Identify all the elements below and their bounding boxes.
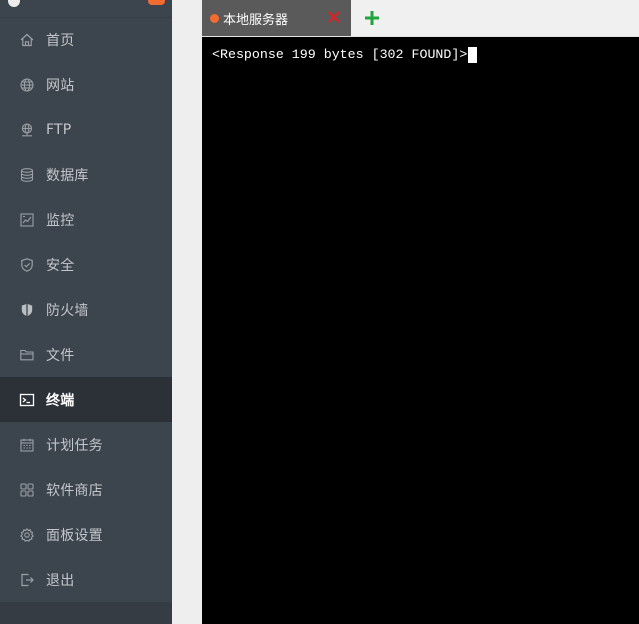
sidebar-item-ftp[interactable]: FTP	[0, 107, 172, 152]
sidebar-item-panel-settings[interactable]: 面板设置	[0, 512, 172, 557]
sidebar-item-label: 网站	[46, 77, 75, 94]
sidebar-item-website[interactable]: 网站	[0, 62, 172, 107]
sidebar-item-database[interactable]: 数据库	[0, 152, 172, 197]
sidebar-item-label: 终端	[46, 392, 75, 409]
logout-icon	[19, 572, 35, 588]
sidebar-item-label: 面板设置	[46, 527, 103, 544]
logo-icon	[8, 0, 20, 7]
sidebar-item-label: 退出	[46, 572, 75, 589]
gear-icon	[19, 527, 35, 543]
home-icon	[19, 32, 35, 48]
sidebar-item-label: 数据库	[46, 167, 89, 184]
sidebar-item-label: 防火墙	[46, 302, 89, 319]
connection-status-dot	[210, 13, 219, 23]
sidebar-item-logout[interactable]: 退出	[0, 557, 172, 602]
app-window: 首页 网站 FTP 数据库 监控 安全 防火墙 文件 终端 计划任务 软件商店 …	[0, 0, 639, 624]
sidebar-item-firewall[interactable]: 防火墙	[0, 287, 172, 332]
sidebar: 首页 网站 FTP 数据库 监控 安全 防火墙 文件 终端 计划任务 软件商店 …	[0, 0, 172, 624]
sidebar-item-label: 文件	[46, 347, 75, 364]
firewall-shield-icon	[19, 302, 35, 318]
terminal-cursor	[468, 46, 478, 63]
terminal-screen[interactable]: <Response 199 bytes [302 FOUND]>	[202, 37, 639, 624]
shield-check-icon	[19, 257, 35, 273]
tab-label: 本地服务器	[223, 12, 289, 28]
sidebar-menu: 首页 网站 FTP 数据库 监控 安全 防火墙 文件 终端 计划任务 软件商店 …	[0, 17, 172, 602]
sidebar-item-label: 监控	[46, 212, 75, 229]
terminal-panel: 本地服务器 <Response 199 bytes [302 FOUND]>	[202, 0, 639, 624]
folder-icon	[19, 347, 35, 363]
content-gutter	[172, 0, 202, 624]
terminal-output-line: <Response 199 bytes [302 FOUND]>	[212, 46, 478, 63]
plus-icon[interactable]	[363, 9, 381, 27]
sidebar-item-files[interactable]: 文件	[0, 332, 172, 377]
sidebar-item-label: 软件商店	[46, 482, 103, 499]
sidebar-item-cron[interactable]: 计划任务	[0, 422, 172, 467]
sidebar-item-home[interactable]: 首页	[0, 17, 172, 62]
database-icon	[19, 167, 35, 183]
terminal-tab-bar: 本地服务器	[202, 0, 639, 37]
ftp-icon	[19, 122, 35, 138]
calendar-icon	[19, 437, 35, 453]
close-icon[interactable]	[326, 9, 342, 25]
sidebar-item-monitor[interactable]: 监控	[0, 197, 172, 242]
sidebar-item-label: 首页	[46, 32, 75, 49]
sidebar-footer	[0, 602, 172, 624]
sidebar-header	[0, 0, 172, 18]
monitor-icon	[19, 212, 35, 228]
notification-badge[interactable]	[148, 0, 165, 5]
sidebar-item-security[interactable]: 安全	[0, 242, 172, 287]
terminal-icon	[19, 392, 35, 408]
sidebar-item-app-store[interactable]: 软件商店	[0, 467, 172, 512]
globe-icon	[19, 77, 35, 93]
terminal-output-text: <Response 199 bytes [302 FOUND]>	[212, 47, 468, 62]
sidebar-item-label: 计划任务	[46, 437, 103, 454]
tab-local-server[interactable]: 本地服务器	[202, 0, 351, 36]
sidebar-item-terminal[interactable]: 终端	[0, 377, 172, 422]
app-grid-icon	[19, 482, 35, 498]
sidebar-item-label: 安全	[46, 257, 75, 274]
sidebar-item-label: FTP	[46, 121, 72, 138]
